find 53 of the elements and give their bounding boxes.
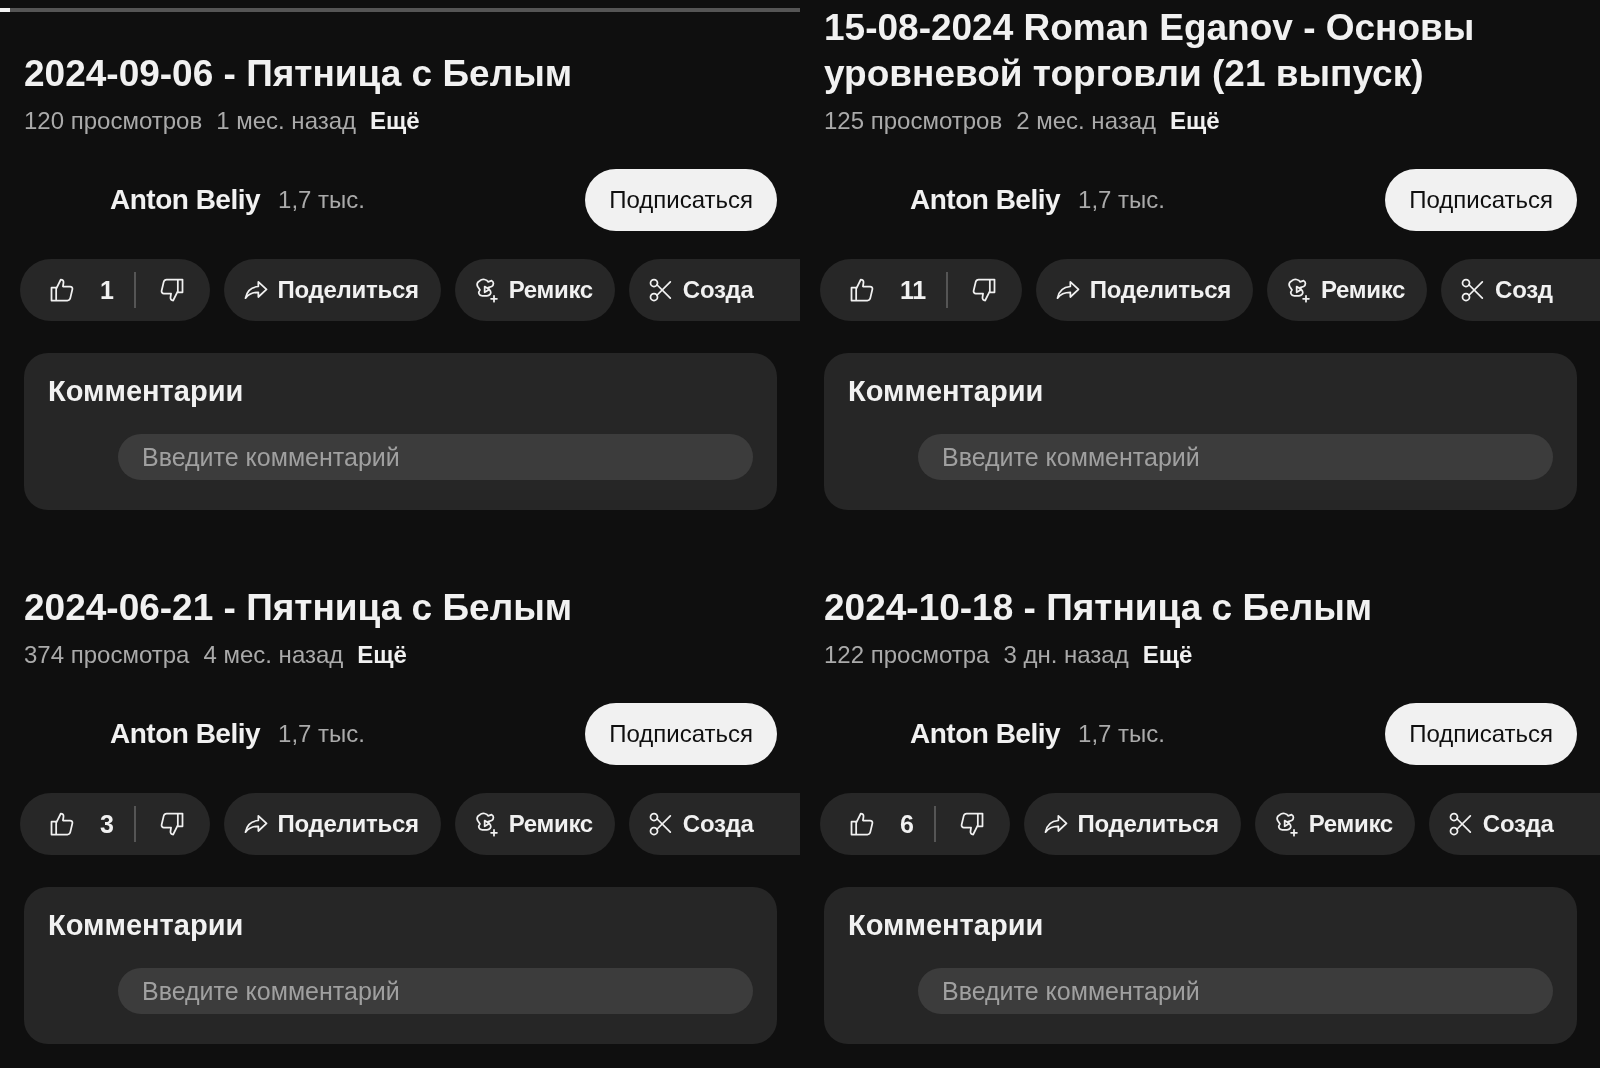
subscribe-button[interactable]: Подписаться xyxy=(1385,169,1577,231)
subscribe-button[interactable]: Подписаться xyxy=(585,703,777,765)
remix-button[interactable]: Ремикс xyxy=(1254,793,1415,855)
share-button[interactable]: Поделиться xyxy=(223,259,441,321)
video-title: 2024-06-21 - Пятница с Белым xyxy=(24,586,574,630)
create-button[interactable]: Созда xyxy=(628,259,800,321)
upload-age: 4 мес. назад xyxy=(203,641,344,669)
more-link[interactable]: Ещё xyxy=(1142,641,1193,669)
comments-title: Комментарии xyxy=(848,909,1045,942)
view-count: 125 просмотров xyxy=(824,107,1003,135)
create-button[interactable]: Созд xyxy=(1441,259,1600,321)
remix-button[interactable]: Ремикс xyxy=(454,259,615,321)
video-title: 2024-09-06 - Пятница с Белым xyxy=(24,52,574,96)
subscribe-button[interactable]: Подписаться xyxy=(585,169,777,231)
comments-title: Комментарии xyxy=(848,375,1045,408)
more-link[interactable]: Ещё xyxy=(370,107,420,135)
view-count: 120 просмотров xyxy=(24,107,203,135)
remix-button[interactable]: Ремикс xyxy=(1266,259,1428,321)
like-count[interactable]: 1 xyxy=(100,275,114,305)
progress-bar[interactable] xyxy=(0,8,800,12)
share-button[interactable]: Поделиться xyxy=(223,793,441,855)
share-button[interactable]: Поделиться xyxy=(1023,793,1241,855)
channel-name[interactable]: Anton Beliy xyxy=(110,718,261,750)
like-count[interactable]: 3 xyxy=(100,809,114,839)
view-count: 374 просмотра xyxy=(24,641,190,669)
subscriber-count: 1,7 тыс. xyxy=(278,186,366,214)
comment-field[interactable]: Введите комментарий xyxy=(118,434,753,480)
remix-button[interactable]: Ремикс xyxy=(454,793,615,855)
subscribe-button[interactable]: Подписаться xyxy=(1385,703,1577,765)
comments-title: Комментарии xyxy=(48,375,245,408)
subscriber-count: 1,7 тыс. xyxy=(278,720,366,748)
comment-field[interactable]: Введите комментарий xyxy=(118,968,753,1014)
more-link[interactable]: Ещё xyxy=(1170,107,1220,135)
more-link[interactable]: Ещё xyxy=(357,641,407,669)
create-button[interactable]: Созда xyxy=(628,793,800,855)
comments-title: Комментарии xyxy=(48,909,245,942)
like-count[interactable]: 11 xyxy=(900,275,926,305)
channel-name[interactable]: Anton Beliy xyxy=(910,184,1061,216)
share-button[interactable]: Поделиться xyxy=(1035,259,1253,321)
subscriber-count: 1,7 тыс. xyxy=(1078,720,1166,748)
upload-age: 1 мес. назад xyxy=(216,107,357,135)
channel-name[interactable]: Anton Beliy xyxy=(110,184,261,216)
view-count: 122 просмотра xyxy=(824,641,990,669)
comment-field[interactable]: Введите комментарий xyxy=(918,968,1553,1014)
channel-name[interactable]: Anton Beliy xyxy=(910,718,1061,750)
subscriber-count: 1,7 тыс. xyxy=(1078,186,1166,214)
upload-age: 3 дн. назад xyxy=(1003,641,1129,669)
like-count[interactable]: 6 xyxy=(900,809,914,839)
video-title: 2024-10-18 - Пятница с Белым xyxy=(824,586,1374,630)
video-title: 15-08-2024 Roman Eganov - Основы уровневой торговли (21 выпуск) xyxy=(824,6,1476,96)
upload-age: 2 мес. назад xyxy=(1016,107,1157,135)
create-button[interactable]: Созда xyxy=(1428,793,1600,855)
comment-field[interactable]: Введите комментарий xyxy=(918,434,1553,480)
